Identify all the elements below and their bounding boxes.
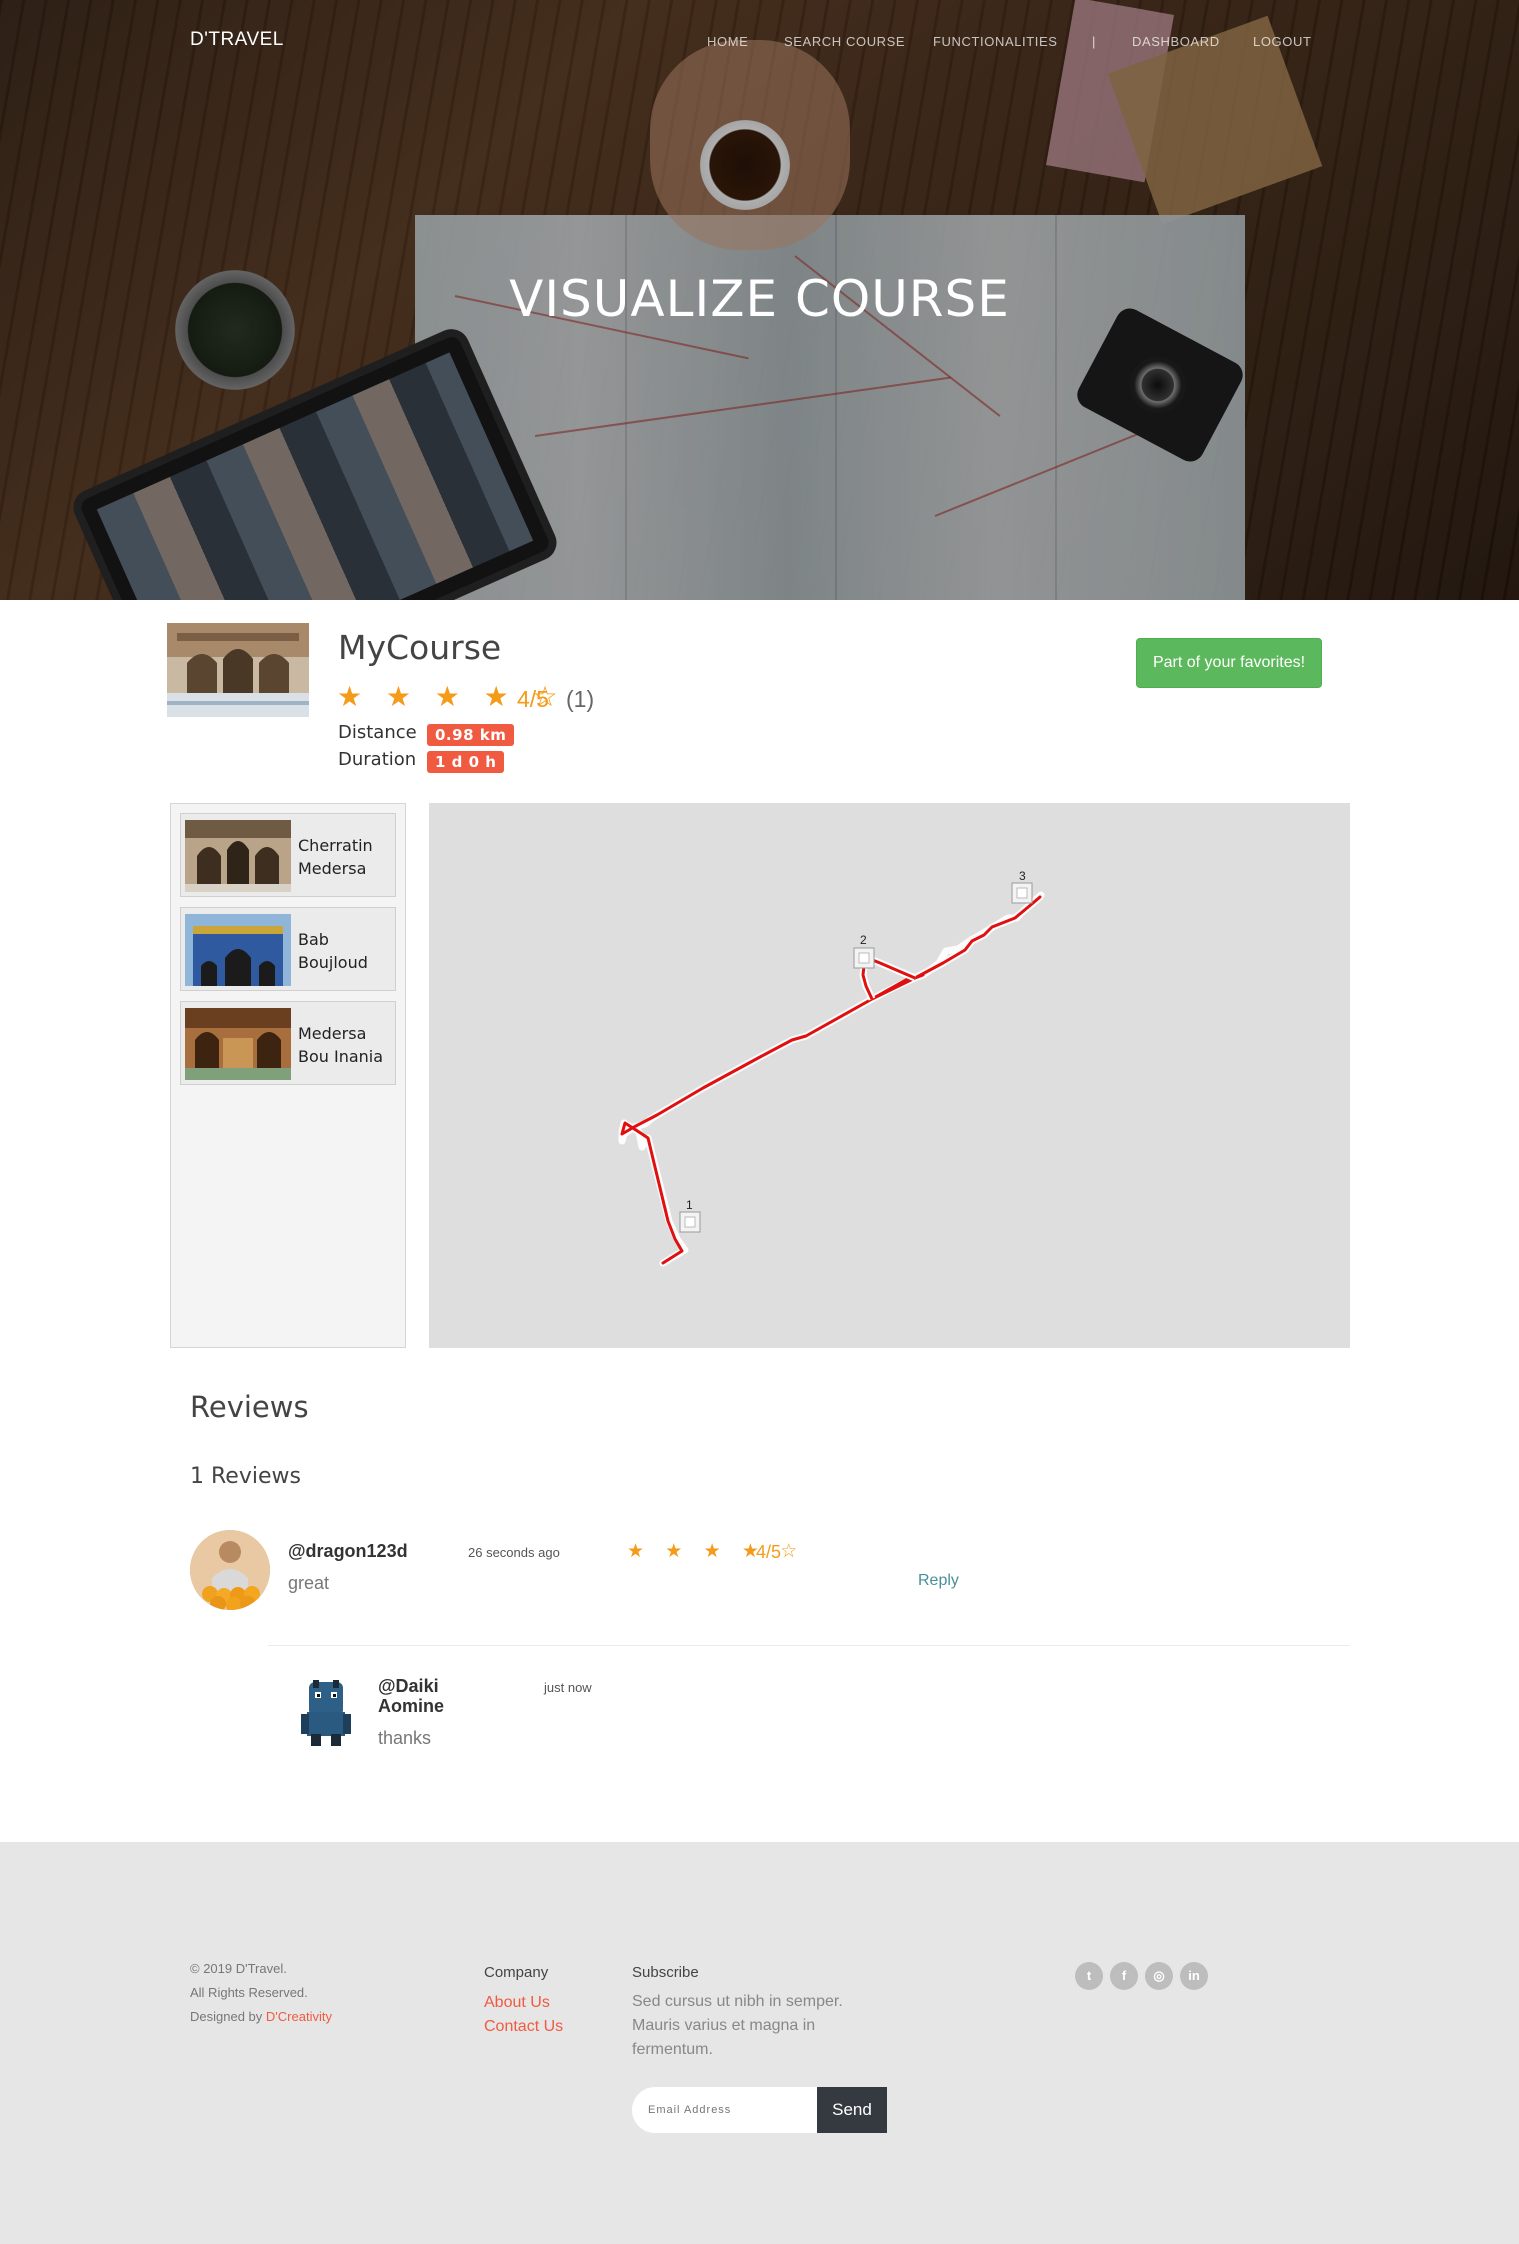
distance-badge: 0.98 km (427, 724, 515, 746)
map-marker-1[interactable]: 1 (679, 1198, 701, 1233)
place-photo (185, 914, 291, 986)
duration-badge: 1 d 0 h (427, 751, 505, 773)
reply-divider (268, 1645, 1350, 1646)
page-title: VISUALIZE COURSE (509, 270, 1010, 328)
map-marker-label: 3 (1019, 869, 1026, 883)
twitter-icon[interactable]: t (1075, 1962, 1103, 1990)
reviews-count: 1 Reviews (190, 1464, 301, 1489)
footer-designed-by: Designed by D'Creativity (190, 2009, 332, 2024)
reply-username[interactable]: @Daiki Aomine (378, 1676, 444, 1716)
contact-us-link[interactable]: Contact Us (484, 2018, 563, 2036)
top-navbar: D'TRAVEL HOME SEARCH COURSE FUNCTIONALIT… (0, 0, 1519, 80)
reply-time: just now (544, 1680, 592, 1695)
place-item[interactable]: Bab Boujloud (180, 907, 396, 991)
course-rating-score: 4/5 (517, 686, 549, 712)
route-line (620, 895, 1042, 1265)
course-thumbnail (167, 623, 309, 717)
map-marker-3[interactable]: 3 (1011, 869, 1033, 904)
place-name: Bab Boujloud (298, 930, 368, 972)
place-photo (185, 820, 291, 892)
place-name: Medersa Bou Inania (298, 1024, 384, 1066)
footer-company-heading: Company (484, 1964, 549, 1981)
route-outline (618, 891, 1045, 1267)
review-time: 26 seconds ago (468, 1545, 560, 1560)
designer-link[interactable]: D'Creativity (266, 2009, 332, 2024)
linkedin-icon[interactable]: in (1180, 1962, 1208, 1990)
reply-link[interactable]: Reply (918, 1572, 959, 1590)
place-name: Cherratin Medersa (298, 836, 373, 878)
course-map[interactable]: 1 2 3 (429, 803, 1350, 1348)
place-item[interactable]: Cherratin Medersa (180, 813, 396, 897)
about-us-link[interactable]: About Us (484, 1994, 550, 2012)
map-marker-label: 1 (686, 1198, 693, 1212)
footer-subscribe-heading: Subscribe (632, 1964, 699, 1981)
reviews-heading: Reviews (190, 1390, 309, 1424)
place-item[interactable]: Medersa Bou Inania (180, 1001, 396, 1085)
hero-banner: D'TRAVEL HOME SEARCH COURSE FUNCTIONALIT… (0, 0, 1519, 600)
place-photo (185, 1008, 291, 1080)
reply-text: thanks (378, 1728, 432, 1748)
send-button[interactable]: Send (817, 2087, 887, 2133)
course-name: MyCourse (338, 628, 502, 667)
nav-logout[interactable]: LOGOUT (1253, 34, 1312, 49)
nav-functionalities[interactable]: FUNCTIONALITIES (933, 34, 1058, 49)
nav-separator: | (1092, 34, 1096, 49)
nav-menu: HOME SEARCH COURSE FUNCTIONALITIES | DAS… (0, 34, 1519, 54)
review-rating-score: 4/5 (756, 1542, 782, 1562)
footer-subscribe-text: Sed cursus ut nibh in semper. Mauris var… (632, 1993, 843, 2058)
course-rating-count: (1) (566, 686, 595, 712)
facebook-icon[interactable]: f (1110, 1962, 1138, 1990)
avatar (190, 1530, 270, 1610)
duration-label: Duration (338, 749, 417, 770)
nav-search-course[interactable]: SEARCH COURSE (784, 34, 905, 49)
favorite-button[interactable]: Part of your favorites! (1136, 638, 1322, 688)
email-field[interactable] (632, 2087, 818, 2133)
footer-rights: All Rights Reserved. (190, 1985, 308, 2000)
map-marker-2[interactable]: 2 (853, 933, 875, 969)
review-text: great (288, 1573, 330, 1593)
nav-dashboard[interactable]: DASHBOARD (1132, 34, 1220, 49)
distance-label: Distance (338, 722, 417, 743)
nav-home[interactable]: HOME (707, 34, 748, 49)
review-username[interactable]: @dragon123d (288, 1541, 408, 1562)
reply-avatar (295, 1676, 357, 1748)
footer-copyright: © 2019 D'Travel. (190, 1961, 287, 1976)
places-sidebar: Cherratin Medersa Bab Boujloud Medersa B… (170, 803, 406, 1348)
instagram-icon[interactable]: ◎ (1145, 1962, 1173, 1990)
map-marker-label: 2 (860, 933, 867, 947)
